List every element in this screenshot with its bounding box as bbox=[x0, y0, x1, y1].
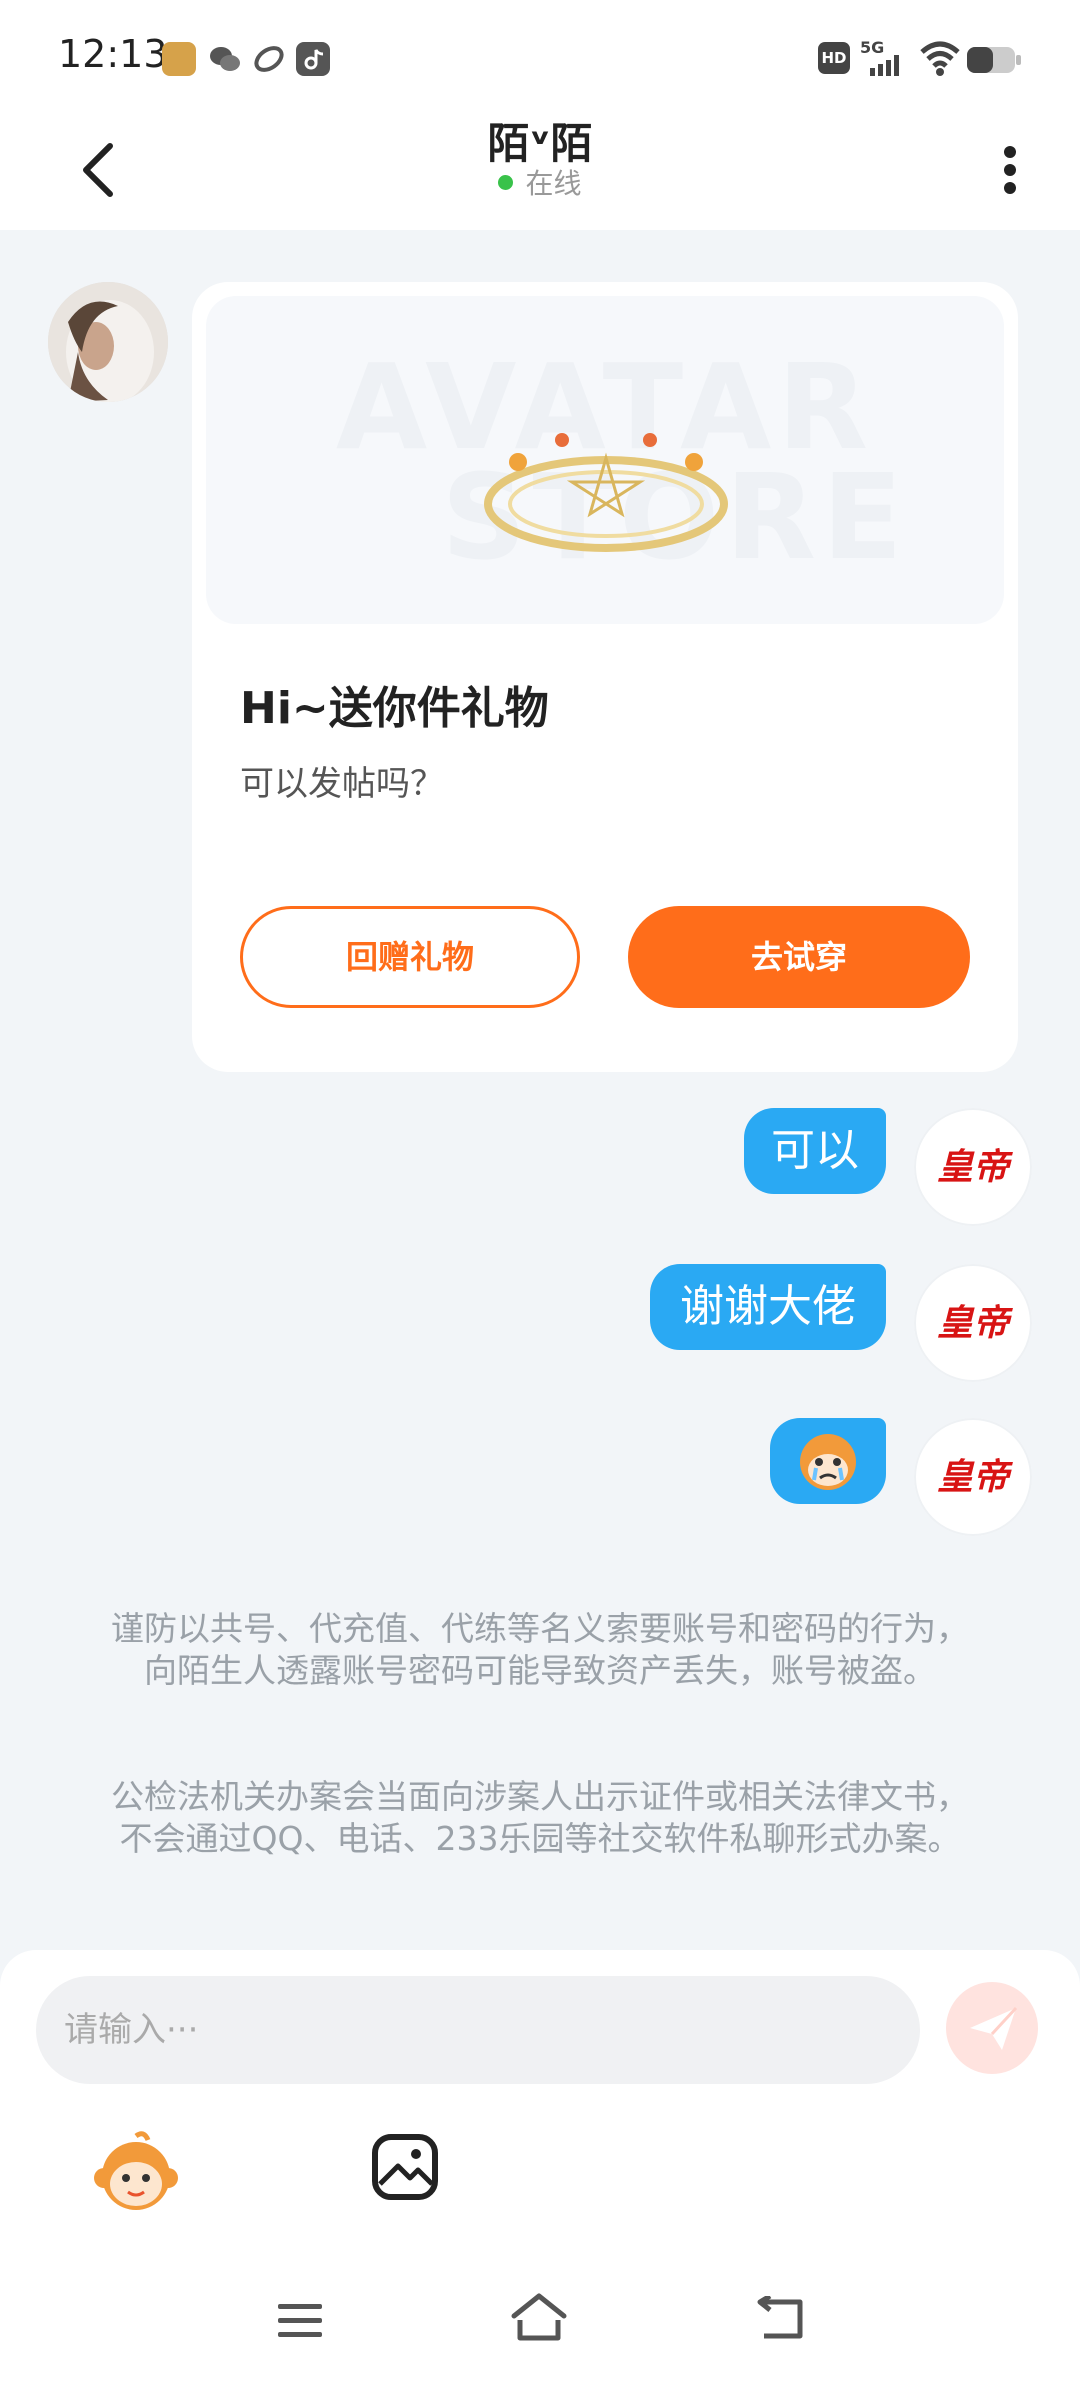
online-status-text: 在线 bbox=[525, 167, 582, 200]
message-bubble[interactable]: 谢谢大佬 bbox=[650, 1264, 886, 1350]
return-gift-button[interactable]: 回赠礼物 bbox=[240, 906, 580, 1008]
send-button[interactable] bbox=[946, 1982, 1038, 2074]
emoji-button[interactable] bbox=[90, 2128, 182, 2220]
status-time: 12:13 bbox=[58, 32, 168, 76]
contact-avatar[interactable] bbox=[48, 282, 168, 402]
return-icon bbox=[757, 2293, 803, 2339]
nav-menu-button[interactable] bbox=[276, 2300, 324, 2340]
try-on-button[interactable]: 去试穿 bbox=[628, 906, 970, 1008]
gift-subtitle: 可以发帖吗？ bbox=[240, 764, 444, 804]
message-bubble[interactable]: 可以 bbox=[744, 1108, 886, 1194]
game-icon bbox=[162, 42, 196, 76]
app-icon bbox=[252, 42, 286, 76]
send-icon bbox=[970, 2006, 1018, 2050]
halo-crown-icon bbox=[484, 433, 728, 552]
my-avatar[interactable]: 皇帝 bbox=[914, 1264, 1032, 1382]
nav-home-button[interactable] bbox=[508, 2290, 570, 2346]
sticker-bubble[interactable] bbox=[770, 1418, 886, 1504]
online-status: 在线 bbox=[0, 162, 1080, 202]
monkey-emoji-icon bbox=[94, 2131, 178, 2210]
hd-icon: HD bbox=[818, 42, 850, 74]
chat-header: 陌ᵛ陌 在线 bbox=[0, 110, 1080, 230]
image-button[interactable] bbox=[370, 2132, 440, 2202]
gift-image[interactable]: AVATAR STORE bbox=[206, 296, 1004, 624]
my-avatar[interactable]: 皇帝 bbox=[914, 1418, 1032, 1536]
security-notice: 谨防以共号、代充值、代练等名义索要账号和密码的行为，向陌生人透露账号密码可能导致… bbox=[111, 1609, 969, 1690]
menu-icon bbox=[278, 2304, 322, 2337]
message-input[interactable]: 请输入··· bbox=[36, 1976, 920, 2084]
5g-signal-icon: 5G bbox=[860, 38, 910, 78]
home-icon bbox=[511, 2293, 567, 2341]
image-icon bbox=[372, 2134, 438, 2200]
input-placeholder: 请输入··· bbox=[64, 2010, 199, 2050]
battery-icon bbox=[966, 46, 1022, 74]
my-avatar[interactable]: 皇帝 bbox=[914, 1108, 1032, 1226]
more-options-button[interactable] bbox=[998, 128, 1028, 208]
gift-title: Hi~送你件礼物 bbox=[240, 683, 549, 734]
wechat-icon bbox=[208, 42, 242, 76]
status-bar: 12:13 HD 5G bbox=[0, 0, 1080, 110]
wifi-icon bbox=[918, 38, 962, 78]
gift-card: AVATAR STORE Hi~送你件礼物 可以发帖吗？ 回赠礼物 去试穿 bbox=[192, 282, 1018, 1072]
tiktok-icon bbox=[296, 42, 330, 76]
crying-monkey-sticker-icon bbox=[800, 1434, 856, 1490]
police-notice: 公检法机关办案会当面向涉案人出示证件或相关法律文书，不会通过QQ、电话、233乐… bbox=[111, 1777, 969, 1858]
online-dot-icon bbox=[498, 174, 514, 190]
nav-back-button[interactable] bbox=[754, 2293, 808, 2342]
